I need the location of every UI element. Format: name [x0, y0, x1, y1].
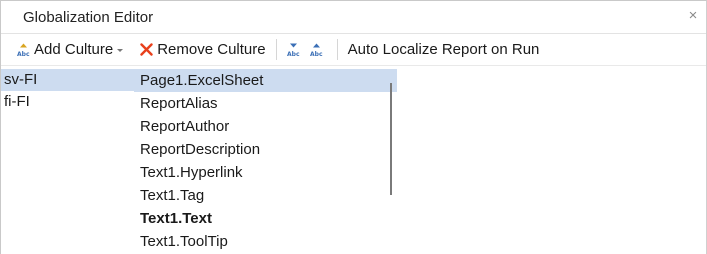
- toolbar-separator: [275, 39, 277, 60]
- key-label: Page1.ExcelSheet: [140, 72, 264, 89]
- key-item[interactable]: Text1.ToolTip: [134, 230, 397, 253]
- title-bar: Globalization Editor ×: [1, 1, 706, 34]
- culture-list: sv-FI fi-FI: [1, 69, 134, 113]
- key-label: Text1.Hyperlink: [140, 164, 243, 181]
- add-culture-label: Add Culture: [34, 41, 114, 58]
- svg-text:Abc: Abc: [287, 51, 300, 57]
- key-label: ReportAlias: [140, 95, 218, 112]
- svg-text:Abc: Abc: [310, 51, 323, 57]
- toolbar-separator: [336, 39, 338, 60]
- move-up-icon: Abc: [310, 43, 323, 57]
- window-title: Globalization Editor: [23, 8, 154, 26]
- key-label: Text1.Text: [140, 210, 212, 227]
- add-culture-icon: Abc: [17, 43, 30, 57]
- add-culture-button[interactable]: Abc Add Culture: [14, 37, 130, 63]
- move-up-button[interactable]: Abc: [307, 37, 330, 63]
- culture-item[interactable]: sv-FI: [1, 69, 134, 91]
- auto-localize-toggle[interactable]: Auto Localize Report on Run: [345, 37, 543, 63]
- globalization-editor-window: Globalization Editor × Abc Add Culture R…: [0, 0, 707, 254]
- key-item[interactable]: ReportAlias: [134, 92, 397, 115]
- move-down-icon: Abc: [287, 43, 300, 57]
- svg-text:Abc: Abc: [17, 51, 30, 57]
- culture-label: fi-FI: [4, 93, 30, 110]
- key-label: ReportDescription: [140, 141, 261, 158]
- key-item[interactable]: ReportDescription: [134, 138, 397, 161]
- key-label: Text1.Tag: [140, 187, 205, 204]
- key-item[interactable]: Text1.Tag: [134, 184, 397, 207]
- auto-localize-label: Auto Localize Report on Run: [347, 41, 540, 58]
- move-down-button[interactable]: Abc: [284, 37, 307, 63]
- resource-key-list: Page1.ExcelSheet ReportAlias ReportAutho…: [134, 69, 397, 253]
- close-icon[interactable]: ×: [686, 8, 700, 23]
- remove-culture-icon: [140, 43, 153, 56]
- key-label: Text1.ToolTip: [140, 233, 228, 250]
- key-list-scrollbar[interactable]: [390, 83, 392, 195]
- culture-item[interactable]: fi-FI: [1, 91, 134, 113]
- key-item[interactable]: ReportAuthor: [134, 115, 397, 138]
- key-label: ReportAuthor: [140, 118, 230, 135]
- chevron-down-icon[interactable]: [117, 49, 124, 52]
- toolbar: Abc Add Culture Remove Culture Abc Abc A…: [1, 34, 706, 66]
- remove-culture-label: Remove Culture: [157, 41, 266, 58]
- key-item[interactable]: Text1.Hyperlink: [134, 161, 397, 184]
- remove-culture-button[interactable]: Remove Culture: [130, 37, 268, 63]
- culture-label: sv-FI: [4, 71, 38, 88]
- key-item[interactable]: Page1.ExcelSheet: [134, 69, 397, 92]
- key-item[interactable]: Text1.Text: [134, 207, 397, 230]
- editor-content: sv-FI fi-FI Page1.ExcelSheet ReportAlias…: [1, 66, 706, 254]
